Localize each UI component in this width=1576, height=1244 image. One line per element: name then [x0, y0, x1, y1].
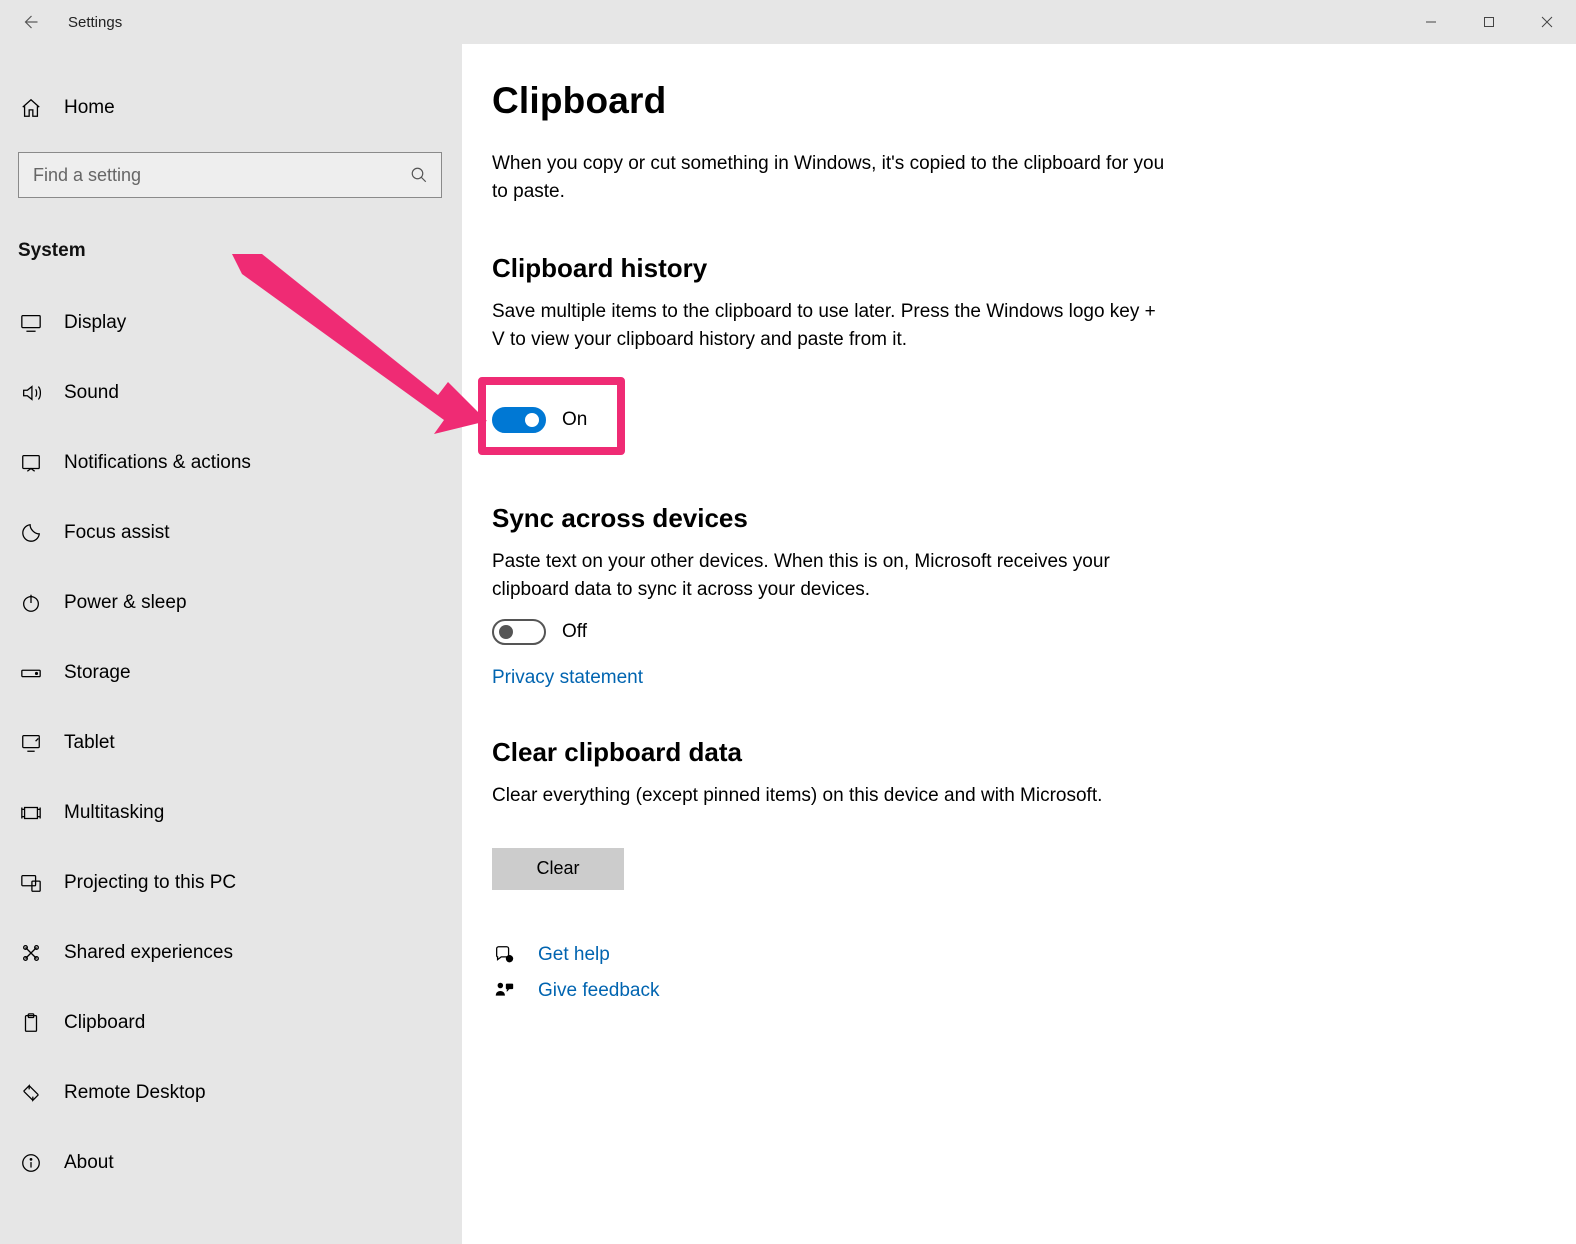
- clipboard-icon: [18, 1012, 44, 1034]
- sidebar-item-display[interactable]: Display: [0, 288, 462, 358]
- sync-heading: Sync across devices: [492, 503, 1172, 534]
- intro-text: When you copy or cut something in Window…: [492, 150, 1172, 205]
- home-label: Home: [64, 97, 115, 119]
- sidebar-item-about[interactable]: About: [0, 1128, 462, 1198]
- about-icon: [18, 1152, 44, 1174]
- sidebar-item-label: Storage: [64, 662, 131, 684]
- help-icon: ?: [492, 944, 516, 966]
- titlebar: Settings: [0, 0, 1576, 44]
- sidebar-item-power-sleep[interactable]: Power & sleep: [0, 568, 462, 638]
- focus-assist-icon: [18, 522, 44, 544]
- home-icon: [18, 97, 44, 119]
- history-heading: Clipboard history: [492, 253, 1172, 284]
- page-title: Clipboard: [492, 80, 1172, 122]
- sidebar-item-focus-assist[interactable]: Focus assist: [0, 498, 462, 568]
- annotation-highlight: On: [478, 377, 625, 455]
- clear-button[interactable]: Clear: [492, 848, 624, 890]
- sidebar-item-notifications[interactable]: Notifications & actions: [0, 428, 462, 498]
- power-icon: [18, 592, 44, 614]
- sidebar: Home System Display: [0, 44, 462, 1244]
- back-arrow-icon: [21, 13, 39, 31]
- window-minimize-button[interactable]: [1402, 0, 1460, 44]
- sidebar-item-tablet[interactable]: Tablet: [0, 708, 462, 778]
- sidebar-item-label: Projecting to this PC: [64, 872, 236, 894]
- shared-experiences-icon: [18, 942, 44, 964]
- sidebar-item-storage[interactable]: Storage: [0, 638, 462, 708]
- sidebar-item-shared-experiences[interactable]: Shared experiences: [0, 918, 462, 988]
- privacy-statement-link[interactable]: Privacy statement: [492, 667, 643, 689]
- feedback-icon: [492, 980, 516, 1002]
- history-toggle-label: On: [562, 409, 587, 431]
- sync-desc: Paste text on your other devices. When t…: [492, 548, 1172, 603]
- window-maximize-button[interactable]: [1460, 0, 1518, 44]
- sidebar-item-label: Clipboard: [64, 1012, 145, 1034]
- svg-text:?: ?: [508, 957, 511, 963]
- display-icon: [18, 312, 44, 334]
- close-icon: [1541, 16, 1553, 28]
- sidebar-item-label: Tablet: [64, 732, 115, 754]
- sidebar-item-multitasking[interactable]: Multitasking: [0, 778, 462, 848]
- sidebar-item-label: Remote Desktop: [64, 1082, 206, 1104]
- get-help-label: Get help: [538, 944, 610, 966]
- search-box[interactable]: [18, 152, 442, 198]
- sync-toggle[interactable]: [492, 619, 546, 645]
- sidebar-item-label: Power & sleep: [64, 592, 187, 614]
- sound-icon: [18, 382, 44, 404]
- search-input[interactable]: [19, 165, 397, 186]
- sidebar-item-label: Multitasking: [64, 802, 164, 824]
- sidebar-item-label: Notifications & actions: [64, 452, 251, 474]
- sidebar-item-remote-desktop[interactable]: Remote Desktop: [0, 1058, 462, 1128]
- notifications-icon: [18, 452, 44, 474]
- maximize-icon: [1483, 16, 1495, 28]
- sync-toggle-label: Off: [562, 621, 587, 643]
- search-icon: [397, 166, 441, 184]
- give-feedback-link[interactable]: Give feedback: [492, 980, 1172, 1002]
- multitasking-icon: [18, 802, 44, 824]
- give-feedback-label: Give feedback: [538, 980, 659, 1002]
- projecting-icon: [18, 872, 44, 894]
- sidebar-item-sound[interactable]: Sound: [0, 358, 462, 428]
- sidebar-item-label: Sound: [64, 382, 119, 404]
- home-nav[interactable]: Home: [0, 80, 462, 136]
- tablet-icon: [18, 732, 44, 754]
- sidebar-item-label: Shared experiences: [64, 942, 233, 964]
- window-close-button[interactable]: [1518, 0, 1576, 44]
- sidebar-item-label: Display: [64, 312, 126, 334]
- app-title: Settings: [68, 14, 122, 31]
- minimize-icon: [1425, 16, 1437, 28]
- category-header: System: [18, 240, 462, 262]
- main-content: Clipboard When you copy or cut something…: [462, 44, 1576, 1244]
- history-desc: Save multiple items to the clipboard to …: [492, 298, 1172, 353]
- clear-desc: Clear everything (except pinned items) o…: [492, 782, 1172, 810]
- clear-heading: Clear clipboard data: [492, 737, 1172, 768]
- history-toggle[interactable]: [492, 407, 546, 433]
- get-help-link[interactable]: ? Get help: [492, 944, 1172, 966]
- back-button[interactable]: [0, 0, 60, 44]
- sidebar-item-label: Focus assist: [64, 522, 170, 544]
- storage-icon: [18, 662, 44, 684]
- sidebar-item-clipboard[interactable]: Clipboard: [0, 988, 462, 1058]
- sidebar-item-projecting[interactable]: Projecting to this PC: [0, 848, 462, 918]
- remote-desktop-icon: [18, 1082, 44, 1104]
- sidebar-item-label: About: [64, 1152, 114, 1174]
- nav-list: Display Sound Notifications & actions Fo…: [0, 288, 462, 1198]
